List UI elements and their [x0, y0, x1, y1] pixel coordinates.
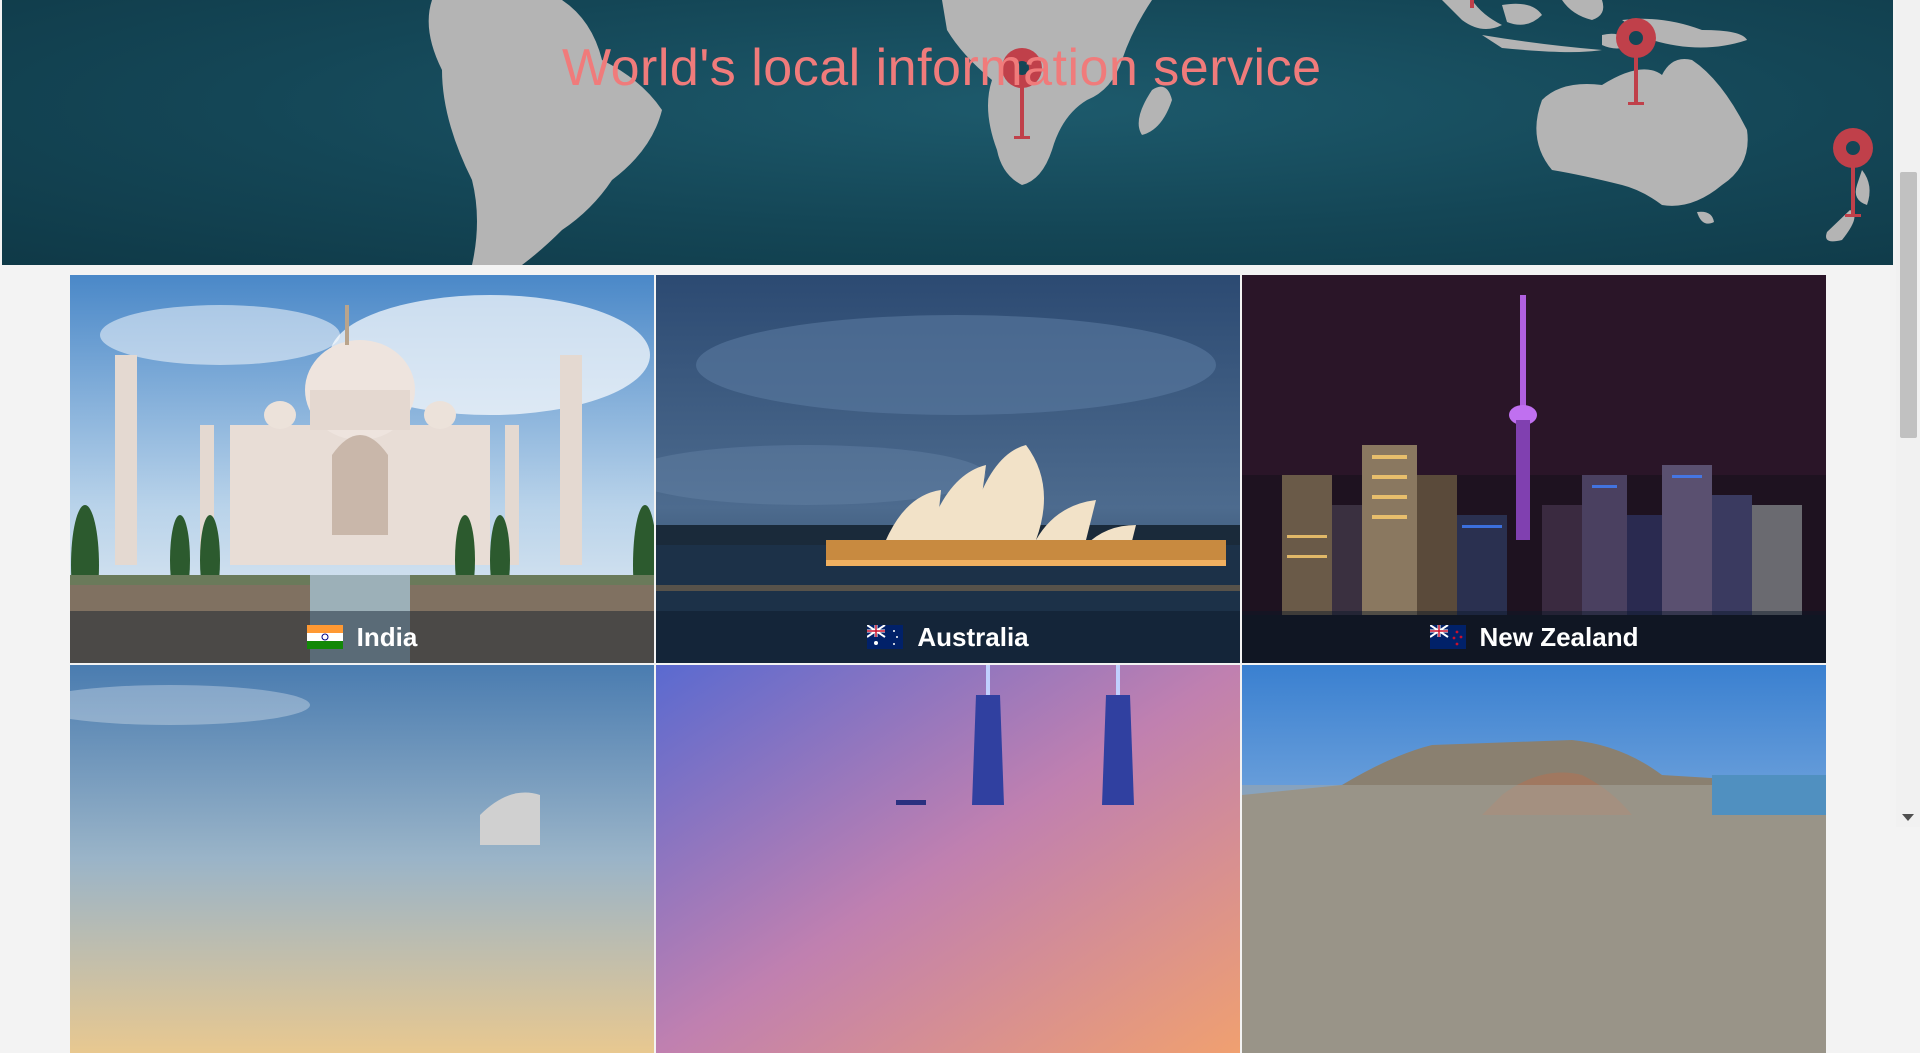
country-card-india[interactable]: India: [70, 275, 654, 663]
country-card-5[interactable]: [656, 665, 1240, 1053]
taj-mahal-photo: [70, 275, 654, 663]
table-mountain-photo: [1242, 665, 1826, 1053]
new-zealand-flag-icon: [1429, 625, 1466, 649]
twin-towers-photo: [656, 665, 1240, 1053]
country-name: India: [356, 621, 418, 652]
auckland-skyline-photo: [1242, 275, 1826, 663]
hero-banner: World's local information service: [2, 0, 1893, 265]
country-name: New Zealand: [1479, 621, 1639, 652]
country-card-new-zealand[interactable]: New Zealand: [1242, 275, 1826, 663]
sydney-opera-house-photo: [656, 275, 1240, 663]
country-caption: Australia: [656, 611, 1240, 663]
australia-flag-icon: [867, 625, 904, 649]
country-caption: India: [70, 611, 654, 663]
scroll-down-arrow-icon[interactable]: [1902, 814, 1914, 821]
country-name: Australia: [917, 621, 1029, 652]
country-card-6[interactable]: [1242, 665, 1826, 1053]
country-card-4[interactable]: [70, 665, 654, 1053]
india-flag-icon: [306, 625, 343, 649]
map-pin-asia: [1470, 0, 1474, 8]
vertical-scrollbar[interactable]: [1896, 0, 1920, 827]
scrollbar-thumb[interactable]: [1900, 172, 1917, 438]
country-card-australia[interactable]: Australia: [656, 275, 1240, 663]
city-photo: [70, 665, 654, 1053]
country-caption: New Zealand: [1242, 611, 1826, 663]
hero-title: World's local information service: [562, 39, 1322, 97]
